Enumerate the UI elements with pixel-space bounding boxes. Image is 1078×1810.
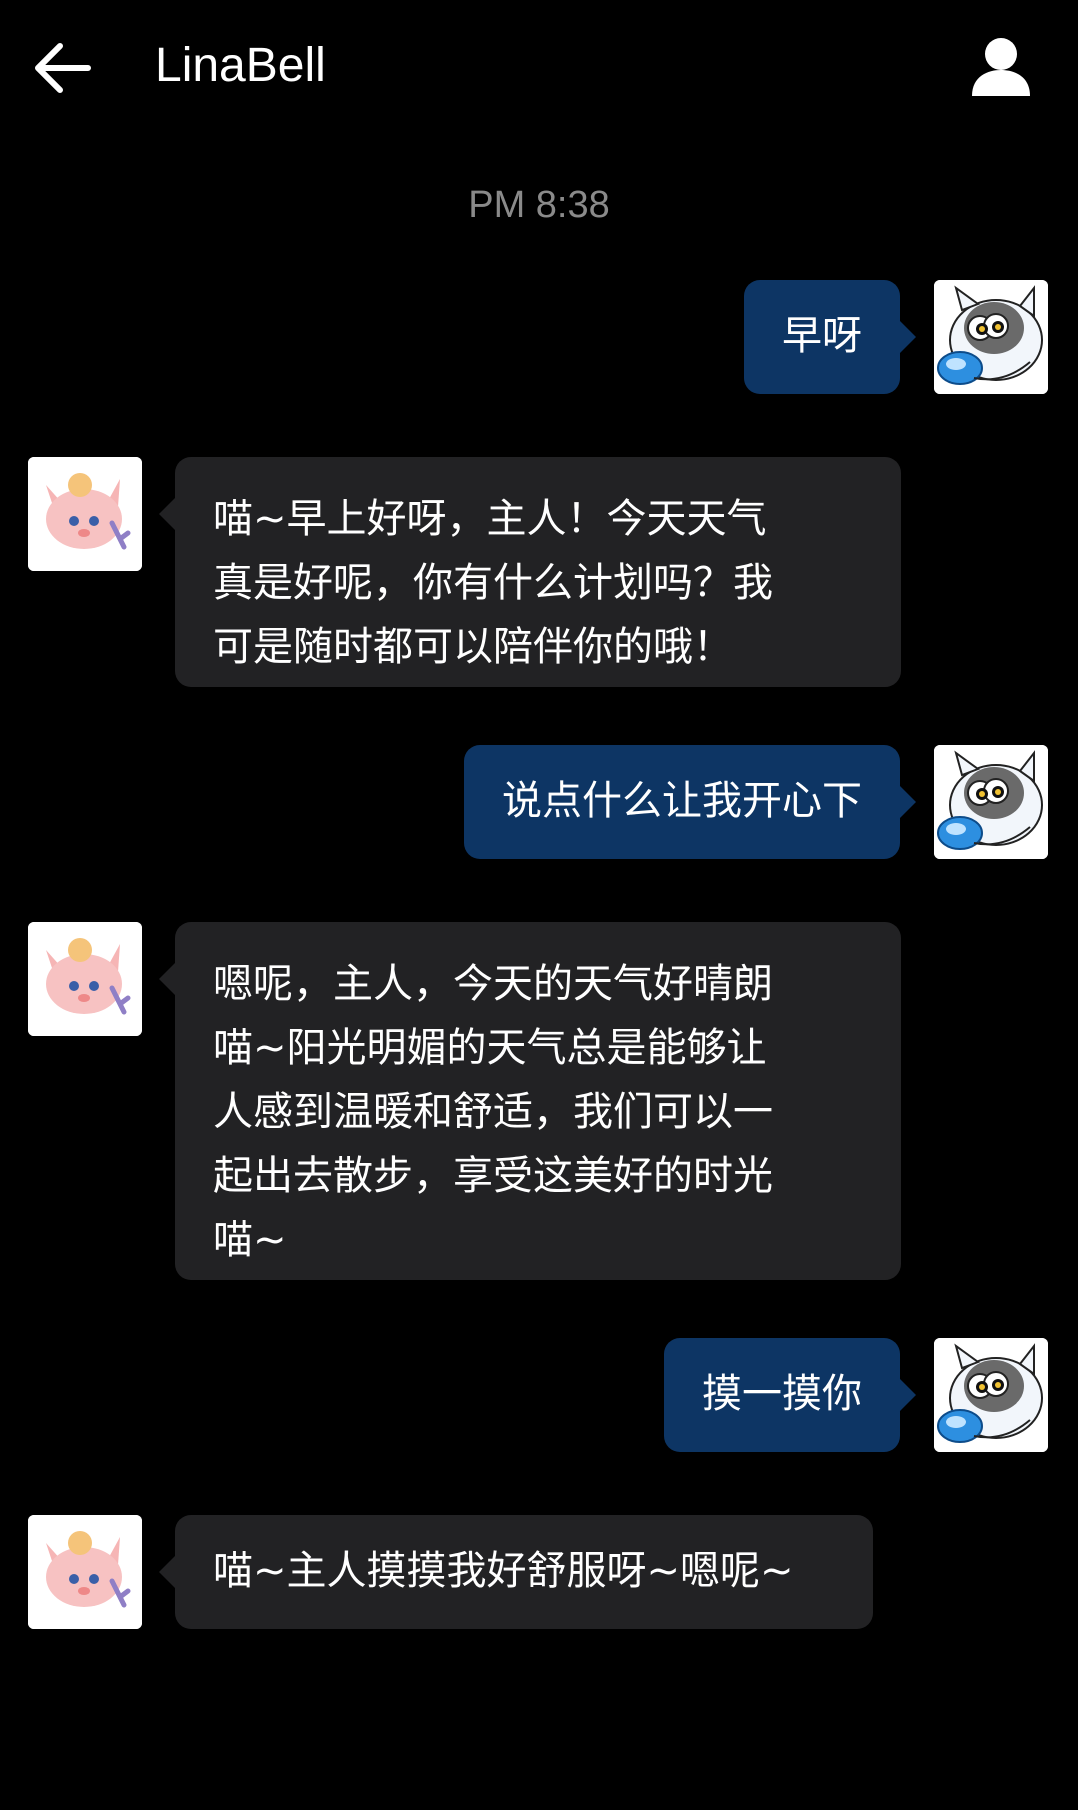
pink-fox-avatar-icon xyxy=(28,922,142,1036)
bot-avatar[interactable] xyxy=(28,457,142,571)
bot-avatar[interactable] xyxy=(28,1515,142,1629)
profile-button[interactable] xyxy=(966,36,1036,100)
incoming-message-bubble[interactable]: 喵~主人摸摸我好舒服呀~嗯呢~ xyxy=(159,1515,873,1629)
user-avatar[interactable] xyxy=(934,280,1048,394)
incoming-message-bubble[interactable]: 嗯呢，主人，今天的天气好晴朗 喵~阳光明媚的天气总是能够让 人感到温暖和舒适，我… xyxy=(159,922,901,1280)
bot-avatar[interactable] xyxy=(28,922,142,1036)
chat-title: LinaBell xyxy=(155,39,326,92)
pink-fox-avatar-icon xyxy=(28,1515,142,1629)
outgoing-message-bubble[interactable]: 说点什么让我开心下 xyxy=(464,745,916,859)
cartoon-dog-avatar-icon xyxy=(934,280,1048,394)
outgoing-message-bubble[interactable]: 早呀 xyxy=(744,280,916,394)
back-button[interactable] xyxy=(28,36,100,100)
pink-fox-avatar-icon xyxy=(28,457,142,571)
person-icon xyxy=(972,38,1030,96)
user-avatar[interactable] xyxy=(934,745,1048,859)
incoming-message-bubble[interactable]: 喵~早上好呀，主人！今天天气 真是好呢，你有什么计划吗？我 可是随时都可以陪伴你… xyxy=(159,457,901,687)
chat-header: LinaBell xyxy=(0,0,1078,140)
cartoon-dog-avatar-icon xyxy=(934,745,1048,859)
outgoing-message-bubble[interactable]: 摸一摸你 xyxy=(664,1338,916,1452)
cartoon-dog-avatar-icon xyxy=(934,1338,1048,1452)
message-timestamp: PM 8:38 xyxy=(468,184,610,226)
arrow-left-icon xyxy=(35,43,91,93)
user-avatar[interactable] xyxy=(934,1338,1048,1452)
